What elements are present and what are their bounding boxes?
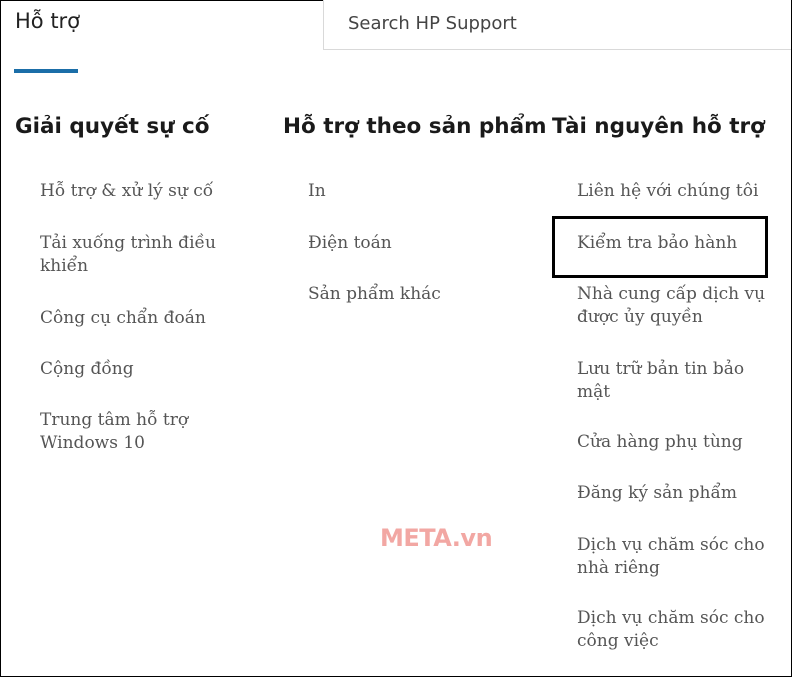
column-heading: Hỗ trợ theo sản phẩm (283, 114, 547, 139)
link-product-registration[interactable]: Đăng ký sản phẩm (577, 482, 772, 505)
link-community[interactable]: Cộng đồng (40, 358, 230, 381)
link-diagnostic-tools[interactable]: Công cụ chẩn đoán (40, 307, 230, 330)
column-support-by-product: Hỗ trợ theo sản phẩm In Điện toán Sản ph… (283, 113, 547, 304)
link-business-care-services[interactable]: Dịch vụ chăm sóc cho công việc (577, 607, 772, 652)
highlight-box (552, 216, 768, 278)
active-tab-indicator (14, 69, 78, 73)
column-troubleshoot: Giải quyết sự cố Hỗ trợ & xử lý sự cố Tả… (15, 113, 265, 453)
link-driver-download[interactable]: Tải xuống trình điều khiển (40, 232, 230, 277)
search-input[interactable] (348, 9, 768, 37)
column-heading: Tài nguyên hỗ trợ (552, 114, 765, 139)
support-menu-panel: Hỗ trợ Giải quyết sự cố Hỗ trợ & xử lý s… (0, 0, 792, 677)
link-parts-store[interactable]: Cửa hàng phụ tùng (577, 431, 772, 454)
link-home-care-services[interactable]: Dịch vụ chăm sóc cho nhà riêng (577, 534, 772, 579)
column-support-resources: Tài nguyên hỗ trợ Liên hệ với chúng tôi … (552, 113, 782, 651)
watermark-logo: META.vn (380, 524, 493, 552)
link-security-bulletin-archive[interactable]: Lưu trữ bản tin bảo mật (577, 358, 772, 403)
link-windows-10-support[interactable]: Trung tâm hỗ trợ Windows 10 (40, 409, 230, 454)
column-heading: Giải quyết sự cố (15, 114, 210, 139)
tab-support[interactable]: Hỗ trợ (15, 9, 80, 33)
link-authorized-service-providers[interactable]: Nhà cung cấp dịch vụ được ủy quyền (577, 283, 772, 328)
link-computing[interactable]: Điện toán (308, 232, 498, 255)
link-printing[interactable]: In (308, 180, 498, 203)
search-box (323, 0, 791, 50)
link-support-troubleshooting[interactable]: Hỗ trợ & xử lý sự cố (40, 180, 230, 203)
link-contact-us[interactable]: Liên hệ với chúng tôi (577, 180, 772, 203)
link-other-products[interactable]: Sản phẩm khác (308, 283, 498, 306)
